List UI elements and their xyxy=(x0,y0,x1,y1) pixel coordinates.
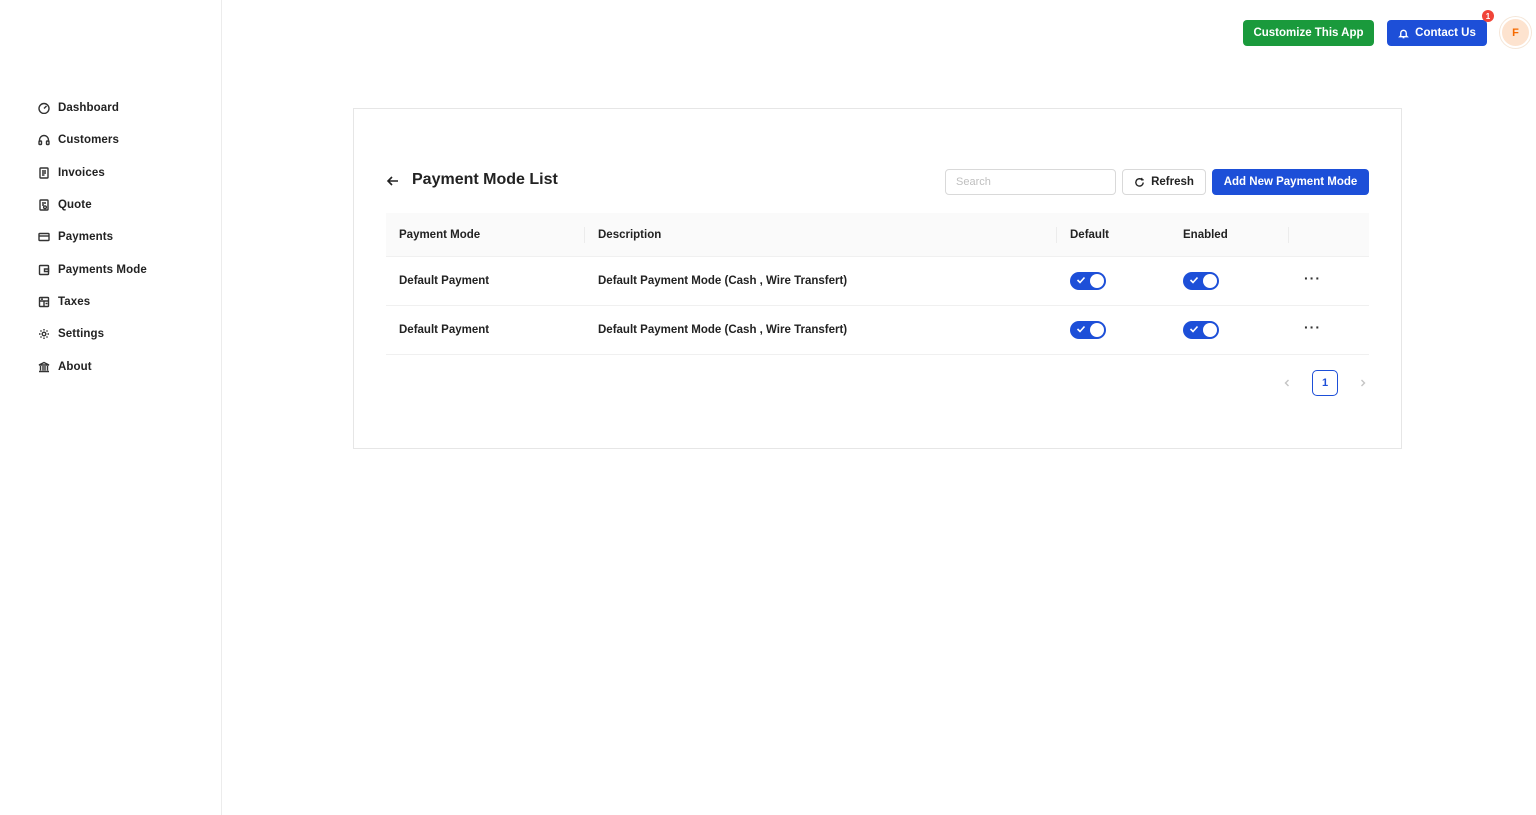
table-row: Default Payment Default Payment Mode (Ca… xyxy=(386,257,1369,306)
page-title: Payment Mode List xyxy=(412,171,558,188)
payment-mode-table: Payment Mode Description Default Enabled… xyxy=(386,213,1369,355)
sidebar-item-label: Payments xyxy=(58,231,114,244)
sidebar-item-quote[interactable]: Quote xyxy=(0,189,222,221)
credit-card-icon xyxy=(38,231,50,243)
more-actions-icon[interactable]: ··· xyxy=(1304,270,1321,286)
check-icon xyxy=(1189,324,1199,334)
refresh-icon xyxy=(1135,177,1144,187)
pagination: 1 xyxy=(1280,370,1370,396)
table-row: Default Payment Default Payment Mode (Ca… xyxy=(386,306,1369,355)
bank-icon xyxy=(38,361,50,373)
file-sync-icon xyxy=(38,199,50,211)
wallet-icon xyxy=(38,264,50,276)
sidebar-item-taxes[interactable]: Taxes xyxy=(0,286,222,318)
sidebar-item-payments[interactable]: Payments xyxy=(0,221,222,253)
sidebar-item-payments-mode[interactable]: Payments Mode xyxy=(0,253,222,285)
sidebar-item-about[interactable]: About xyxy=(0,350,222,382)
sidebar-item-label: Quote xyxy=(58,199,92,212)
sidebar-item-dashboard[interactable]: Dashboard xyxy=(0,92,222,124)
sidebar-item-label: Payments Mode xyxy=(58,263,147,276)
sidebar-item-invoices[interactable]: Invoices xyxy=(0,157,222,189)
sidebar-item-label: Taxes xyxy=(58,295,91,308)
cell-description: Default Payment Mode (Cash , Wire Transf… xyxy=(598,324,848,336)
sidebar-item-label: Dashboard xyxy=(58,102,119,115)
cell-default xyxy=(1057,321,1170,339)
sidebar-item-customers[interactable]: Customers xyxy=(0,124,222,156)
search-input[interactable] xyxy=(945,169,1116,195)
sidebar-item-label: Invoices xyxy=(58,166,105,179)
cell-enabled xyxy=(1170,321,1289,339)
column-header-actions xyxy=(1289,213,1369,256)
customize-app-button[interactable]: Customize This App xyxy=(1243,20,1374,46)
add-payment-mode-button[interactable]: Add New Payment Mode xyxy=(1212,169,1369,195)
cell-enabled xyxy=(1170,272,1289,290)
chevron-right-icon[interactable] xyxy=(1356,376,1370,390)
cell-actions: ··· xyxy=(1289,319,1369,335)
check-icon xyxy=(1076,275,1086,285)
bell-icon xyxy=(1398,29,1409,38)
column-header-payment-mode: Payment Mode xyxy=(386,213,585,256)
dashboard-icon xyxy=(38,102,50,115)
avatar[interactable]: F xyxy=(1500,17,1531,48)
default-toggle[interactable] xyxy=(1070,321,1106,339)
refresh-button[interactable]: Refresh xyxy=(1122,169,1206,195)
refresh-label: Refresh xyxy=(1151,176,1194,188)
cell-payment-mode: Default Payment xyxy=(399,275,490,287)
cell-actions: ··· xyxy=(1289,270,1369,286)
contact-us-button[interactable]: Contact Us xyxy=(1387,20,1487,46)
default-toggle[interactable] xyxy=(1070,272,1106,290)
headset-icon xyxy=(38,134,50,146)
toggle-knob xyxy=(1090,274,1104,288)
payment-mode-card: Payment Mode List Refresh Add New Paymen… xyxy=(353,108,1402,449)
contact-us-label: Contact Us xyxy=(1415,27,1476,39)
more-actions-icon[interactable]: ··· xyxy=(1304,319,1321,335)
sidebar-item-label: About xyxy=(58,360,92,373)
table-header: Payment Mode Description Default Enabled xyxy=(386,213,1369,257)
check-icon xyxy=(1076,324,1086,334)
page-number-button[interactable]: 1 xyxy=(1312,370,1338,396)
toggle-knob xyxy=(1203,274,1217,288)
sidebar: Dashboard Customers Invoices Quote Payme… xyxy=(0,0,222,815)
sidebar-nav: Dashboard Customers Invoices Quote Payme… xyxy=(0,92,222,383)
enabled-toggle[interactable] xyxy=(1183,321,1219,339)
chevron-left-icon[interactable] xyxy=(1280,376,1294,390)
sidebar-item-label: Settings xyxy=(58,328,105,341)
calculator-icon xyxy=(38,296,50,308)
column-header-enabled: Enabled xyxy=(1170,213,1289,256)
column-header-default: Default xyxy=(1070,228,1109,241)
toggle-knob xyxy=(1090,323,1104,337)
cell-default xyxy=(1057,272,1170,290)
cell-description: Default Payment Mode (Cash , Wire Transf… xyxy=(598,275,848,287)
sidebar-item-label: Customers xyxy=(58,134,119,147)
enabled-toggle[interactable] xyxy=(1183,272,1219,290)
notification-badge: 1 xyxy=(1482,10,1494,22)
gear-icon xyxy=(38,328,50,340)
check-icon xyxy=(1189,275,1199,285)
file-text-icon xyxy=(38,167,50,179)
column-header-description: Description xyxy=(585,213,1057,256)
cell-payment-mode: Default Payment xyxy=(399,324,490,336)
arrow-left-icon[interactable] xyxy=(386,174,400,188)
toggle-knob xyxy=(1203,323,1217,337)
sidebar-item-settings[interactable]: Settings xyxy=(0,318,222,350)
